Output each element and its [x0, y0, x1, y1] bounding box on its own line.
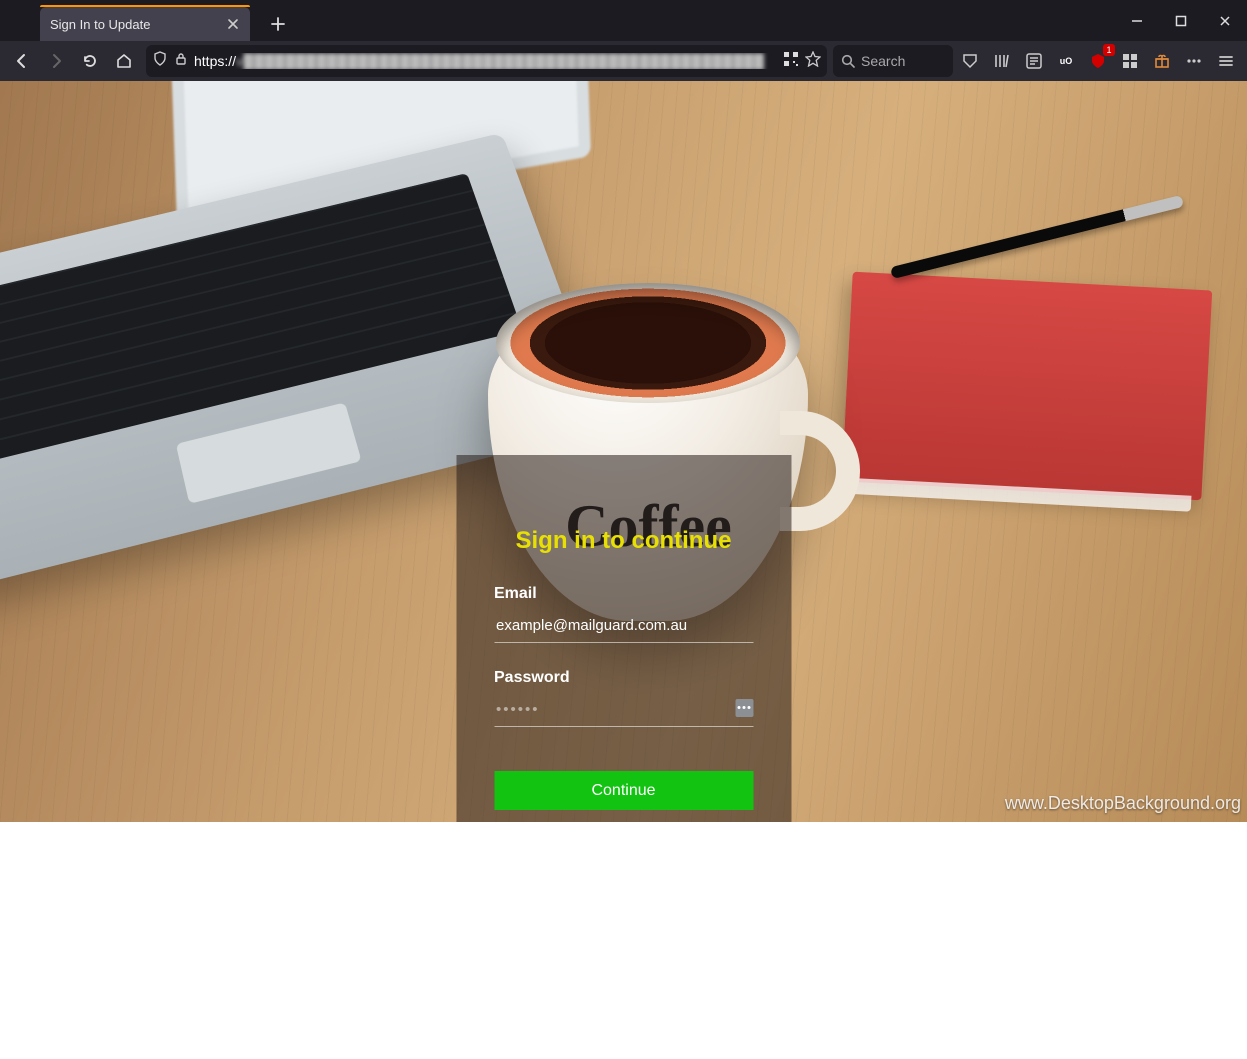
extension-badge-icon[interactable]: 1	[1083, 46, 1113, 76]
browser-chrome: Sign In to Update https://v█████████████…	[0, 0, 1247, 81]
url-bar[interactable]: https://v███████████████████████████████…	[146, 45, 827, 77]
continue-button[interactable]: Continue	[494, 771, 753, 810]
login-card: Sign in to continue Email Password Conti…	[456, 455, 791, 822]
reload-button[interactable]	[74, 45, 106, 77]
tab-title: Sign In to Update	[50, 17, 224, 32]
bookmark-star-icon[interactable]	[805, 51, 821, 72]
forward-button[interactable]	[40, 45, 72, 77]
extension-badge-count: 1	[1103, 44, 1115, 56]
password-field-wrap	[494, 695, 753, 727]
search-placeholder: Search	[861, 53, 905, 69]
library-icon[interactable]	[987, 46, 1017, 76]
page-viewport: Coffee www.DesktopBackground.org Sign in…	[0, 81, 1247, 822]
blank-area	[0, 822, 1247, 1059]
titlebar: Sign In to Update	[0, 0, 1247, 41]
window-controls	[1115, 0, 1247, 41]
minimize-button[interactable]	[1115, 0, 1159, 41]
search-bar[interactable]: Search	[833, 45, 953, 77]
home-button[interactable]	[108, 45, 140, 77]
overflow-menu-icon[interactable]	[1179, 46, 1209, 76]
new-tab-button[interactable]	[264, 10, 292, 38]
tab-active[interactable]: Sign In to Update	[40, 7, 250, 41]
save-to-pocket-icon[interactable]	[955, 46, 985, 76]
tab-strip: Sign In to Update	[0, 0, 292, 41]
search-icon	[841, 54, 855, 68]
url-text: https://v███████████████████████████████…	[194, 53, 777, 69]
password-label: Password	[494, 669, 753, 687]
login-title: Sign in to continue	[494, 527, 753, 555]
email-field-wrap	[494, 611, 753, 643]
close-window-button[interactable]	[1203, 0, 1247, 41]
password-reveal-icon[interactable]	[735, 699, 753, 717]
reader-view-icon[interactable]	[1019, 46, 1049, 76]
background-watermark: www.DesktopBackground.org	[1005, 793, 1241, 814]
password-input[interactable]	[494, 695, 735, 726]
email-input[interactable]	[494, 611, 753, 642]
hamburger-menu-icon[interactable]	[1211, 46, 1241, 76]
ublock-icon[interactable]: uO	[1051, 46, 1081, 76]
addons-icon[interactable]	[1115, 46, 1145, 76]
lock-icon[interactable]	[174, 52, 188, 71]
toolbar: https://v███████████████████████████████…	[0, 41, 1247, 81]
maximize-button[interactable]	[1159, 0, 1203, 41]
email-label: Email	[494, 585, 753, 603]
gift-icon[interactable]	[1147, 46, 1177, 76]
back-button[interactable]	[6, 45, 38, 77]
qr-icon[interactable]	[783, 51, 799, 72]
shield-icon[interactable]	[152, 51, 168, 72]
close-tab-icon[interactable]	[224, 15, 242, 33]
toolbar-extensions: uO 1	[955, 46, 1241, 76]
